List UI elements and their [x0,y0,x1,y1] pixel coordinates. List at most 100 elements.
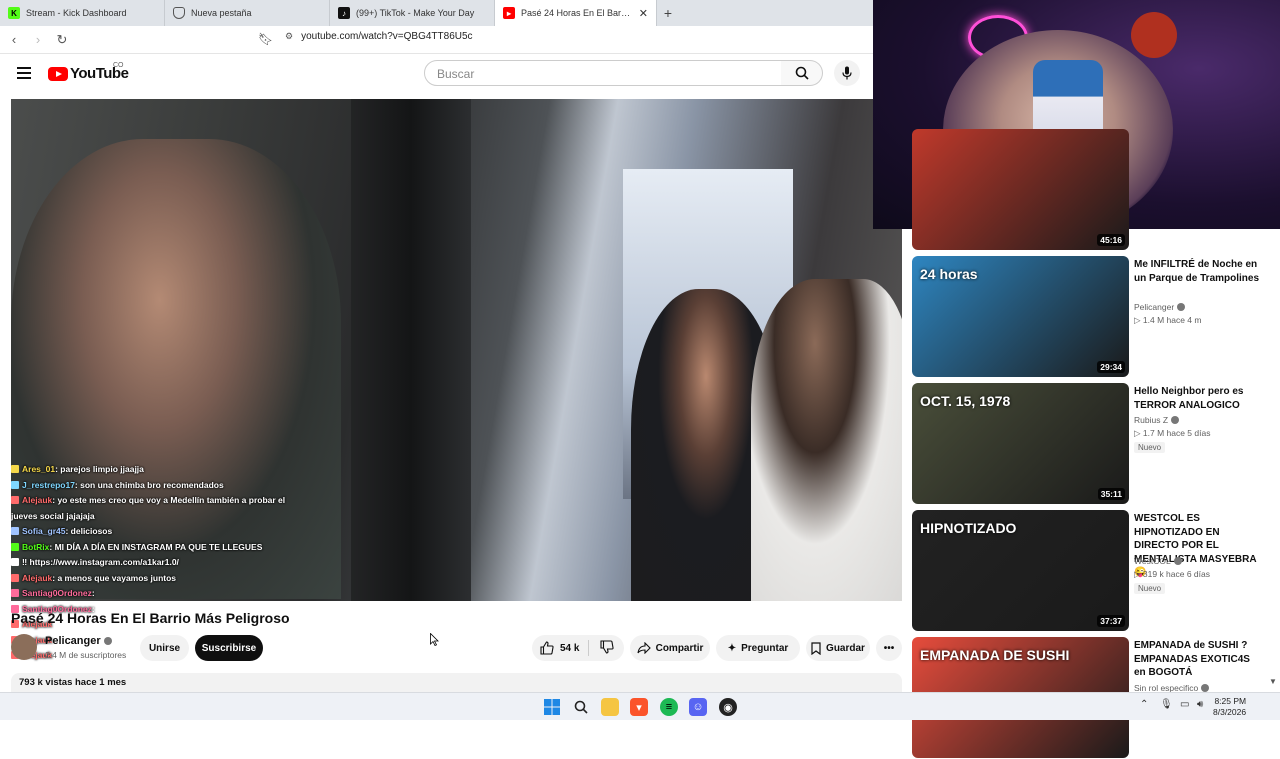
show-hidden-icons[interactable]: ⌃ [1140,699,1148,710]
save-label: Guardar [826,642,865,654]
site-info-icon[interactable]: ⚙ [285,31,293,42]
recommended-channel[interactable]: WestCOL [1134,556,1182,566]
tab-new-tab[interactable]: Nueva pestaña [165,0,330,26]
url-text: youtube.com/watch?v=QBG4TT86U5c [301,31,473,42]
close-tab-icon[interactable]: ✕ [639,7,648,20]
back-icon[interactable]: ‹ [4,32,24,47]
share-button[interactable]: Compartir [630,635,710,661]
views-date: 793 k vistas hace 1 mes [19,677,127,688]
recommended-video[interactable]: HIPNOTIZADO 37:37 WESTCOL ES HIPNOTIZADO E… [912,510,1272,632]
recommended-meta: ▷ 1.7 M hace 5 días [1134,428,1211,438]
ask-button[interactable]: ✦ Preguntar [716,635,800,661]
new-badge: Nuevo [1134,582,1166,594]
like-button[interactable]: 54 k [540,641,579,655]
dislike-button[interactable] [600,639,615,657]
chat-username: Sofia_gr45 [22,526,66,536]
chat-text: : son una chimba bro recomendados [74,479,224,490]
microphone-icon [842,66,852,80]
video-thumbnail[interactable]: HIPNOTIZADO 37:37 [912,510,1129,631]
recommended-channel-name: Pelicanger [1134,301,1175,312]
tab-youtube-video[interactable]: ▸ Pasé 24 Horas En El Barrio Más P ✕ [495,0,657,26]
recommended-video[interactable]: 45:16 [912,129,1272,251]
brave-browser-icon[interactable]: ▾ [630,698,648,716]
bookmark-icon[interactable]: 🔖︎ [258,32,273,46]
file-explorer-icon[interactable] [601,698,619,716]
chat-badge-icon [11,558,19,566]
chat-text: : a menos que vayamos juntos [52,572,177,583]
video-frame-door [351,99,471,601]
recommended-channel[interactable]: Rubius Z [1134,415,1180,425]
scroll-down-icon[interactable]: ▼ [1269,677,1277,686]
thumbnail-text: EMPANADA DE SUSHI [920,647,1070,663]
chat-username: Alejauk [22,572,53,583]
tab-label: Stream - Kick Dashboard [26,8,127,18]
volume-icon[interactable]: 🔊︎ [1197,699,1203,710]
stream-chat-overlay: Ares_01: parejos limpio jjaajja J_restrep… [11,462,301,664]
recommended-channel-name: Rubius Z [1134,415,1169,425]
recommended-title[interactable]: Hello Neighbor pero es TERROR ANALOGICO [1134,385,1262,412]
kick-icon: K [8,7,20,19]
recommended-video[interactable]: OCT. 15, 1978 35:11 Hello Neighbor pero es… [912,383,1272,505]
description-box[interactable]: 793 k vistas hace 1 mes [11,673,902,693]
recommended-title[interactable]: EMPANADA de SUSHI ? EMPANADAS EXOTIC4S e… [1134,639,1262,680]
tab-tiktok[interactable]: ♪ (99+) TikTok - Make Your Day [330,0,495,26]
more-actions-button[interactable]: ••• [876,635,902,661]
discord-icon[interactable]: ☺ [689,698,707,716]
recommended-channel[interactable]: Pelicanger [1134,301,1186,312]
url-field[interactable]: ⚙ youtube.com/watch?v=QBG4TT86U5c [285,31,473,42]
forward-icon[interactable]: › [28,32,48,47]
tab-kick-dashboard[interactable]: K Stream - Kick Dashboard [0,0,165,26]
chat-text: : [91,588,95,598]
recommended-meta: ▷ 1.4 M hace 4 m [1134,314,1202,325]
chat-message: Alejauk: a menos que vayamos juntos [11,571,301,587]
recommended-video[interactable]: 24 horas 29:34 Me INFILTRÉ de Noche en un … [912,256,1272,378]
spotify-icon[interactable]: ≡ [660,698,678,716]
reload-icon[interactable]: ↻ [52,32,72,48]
chat-username: Ares_01 [22,464,56,474]
thumbnail-text: OCT. 15, 1978 [920,393,1011,409]
recommended-title[interactable]: Me INFILTRÉ de Noche en un Parque de Tra… [1134,258,1262,285]
microphone-tray-icon[interactable]: 🎙︎ [1160,699,1173,710]
video-thumbnail[interactable]: 24 horas 29:34 [912,256,1129,377]
video-thumbnail[interactable]: 45:16 [912,129,1129,250]
menu-icon[interactable] [17,67,31,79]
youtube-header: YouTube CO Buscar [0,54,875,98]
new-tab-button[interactable]: + [657,0,679,26]
tab-label: Pasé 24 Horas En El Barrio Más P [521,8,633,18]
subscribe-button[interactable]: Suscribirse [195,635,263,661]
video-thumbnail[interactable]: OCT. 15, 1978 35:11 [912,383,1129,504]
network-icon[interactable]: ▭ [1180,699,1189,710]
chat-username: BotRix [22,541,50,552]
windows-start-icon[interactable] [543,698,561,716]
channel-name[interactable]: Pelicanger [45,635,112,647]
chat-username: Santiag0Ordonez [22,588,92,598]
subscriber-count: 2.4 M de suscriptores [45,650,127,660]
recommended-channel[interactable]: Sin rol especifico [1134,683,1210,693]
video-duration: 45:16 [1097,234,1125,246]
app-icon[interactable]: ◉ [719,698,737,716]
tab-label: Nueva pestaña [191,8,252,18]
mouse-cursor [430,633,439,646]
search-input[interactable]: Buscar [424,60,782,86]
youtube-icon: ▸ [503,7,515,19]
new-badge: Nuevo [1134,442,1166,453]
clock-date: 8/3/2026 [1213,707,1247,717]
chat-message: BotRix: MI DÍA A DÍA EN INSTAGRAM PA QUE… [11,540,301,556]
like-count: 54 k [560,642,580,654]
join-button[interactable]: Unirse [140,635,189,661]
tab-label: (99+) TikTok - Make Your Day [356,8,475,18]
search-icon[interactable] [572,698,590,716]
search-icon [795,66,809,80]
search-button[interactable] [781,60,823,86]
more-icon: ••• [883,642,895,654]
chat-badge-icon [11,496,19,504]
channel-avatar[interactable] [11,634,37,660]
system-clock[interactable]: 8:25 PM 8/3/2026 [1213,696,1246,718]
share-label: Compartir [655,642,704,654]
chat-message: Sofia_gr45: deliciosos [11,524,301,540]
recommendations-sidebar: 45:16 24 horas 29:34 Me INFILTRÉ de Noche e… [912,129,1280,758]
save-button[interactable]: Guardar [806,635,870,661]
like-dislike-group: 54 k [532,635,624,661]
chat-badge-icon [11,573,19,582]
voice-search-button[interactable] [834,60,860,86]
